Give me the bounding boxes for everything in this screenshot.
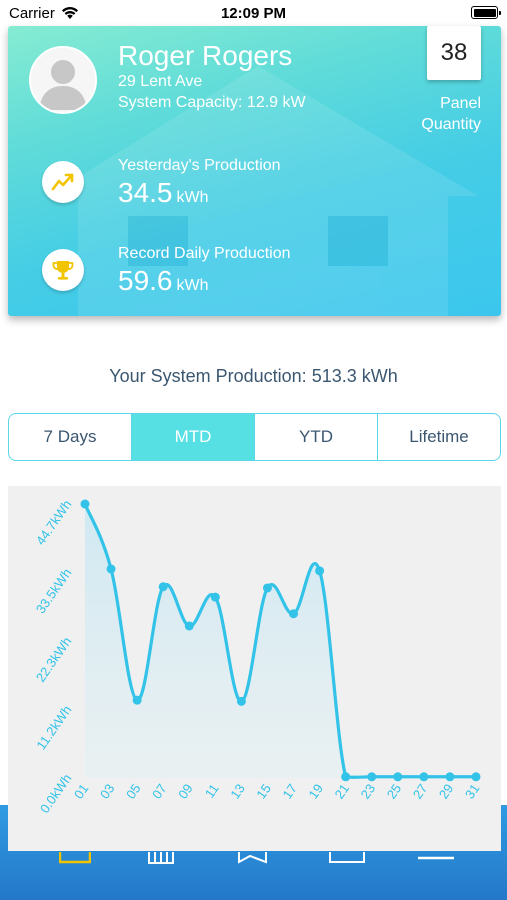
chart-y-tick-label: 44.7kWh [33,497,75,548]
system-production-total: Your System Production: 513.3 kWh [109,366,398,386]
yesterday-production-value: 34.5 kWh [118,177,209,209]
document-tab-icon[interactable] [329,852,365,864]
chart-data-point[interactable] [106,564,116,574]
trophy-icon-badge [42,249,84,291]
panel-label-line2: Quantity [421,116,481,133]
record-production-number: 59.6 [118,265,173,296]
system-summary-card: Roger Rogers 29 Lent Ave System Capacity… [8,26,501,316]
chart-tab-icon[interactable] [148,852,174,864]
chart-x-tick-label: 13 [227,781,248,801]
app-screen: Carrier 12:09 PM Roger Rogers 29 Lent Av… [0,0,507,900]
production-line-chart: 0.0kWh 11.2kWh 22.3kWh 33.5kWh 44.7kWh 01 03 05… [33,497,483,816]
chart-data-point[interactable] [80,499,90,509]
chart-y-tick-label: 22.3kWh [33,634,75,685]
chart-data-point[interactable] [158,582,168,592]
panel-label-line1: Panel [440,95,481,112]
chart-y-tick-label: 0.0kWh [37,771,75,816]
chart-data-point[interactable] [184,621,194,631]
record-production-unit: kWh [176,277,209,294]
user-address: 29 Lent Ave [118,73,203,90]
panel-count-badge: 38 [427,26,481,80]
chart-x-tick-label: 07 [149,781,170,801]
record-production-label: Record Daily Production [118,245,291,262]
chart-x-tick-label: 23 [358,781,379,801]
chart-x-tick-label: 09 [175,781,196,801]
chart-x-tick-label: 25 [384,781,405,801]
period-tabs: 7 Days MTD YTD Lifetime [8,413,501,461]
chart-data-point[interactable] [419,772,429,782]
chart-data-point[interactable] [289,609,299,619]
chart-data-point[interactable] [367,772,377,782]
clock: 12:09 PM [220,5,287,22]
panel-quantity-label: Panel Quantity [403,93,481,135]
chart-x-tick-label: 03 [97,781,118,801]
battery-icon [471,6,501,19]
chart-x-tick-label: 15 [253,781,274,801]
chart-y-tick-label: 33.5kWh [33,566,75,617]
chart-x-tick-label: 29 [436,781,457,801]
tab-mtd[interactable]: MTD [132,414,255,460]
chart-x-tick-label: 31 [462,781,483,801]
record-production-value: 59.6 kWh [118,265,209,297]
tab-ytd[interactable]: YTD [255,414,378,460]
chart-x-tick-label: 17 [279,781,300,801]
user-name: Roger Rogers [118,40,293,71]
chart-x-tick-label: 05 [123,781,144,801]
trend-up-icon [51,173,74,191]
yesterday-production-number: 34.5 [118,177,173,208]
chart-area-fill [85,504,476,778]
trend-icon-badge [42,161,84,203]
chart-data-point[interactable] [315,566,325,576]
status-bar: Carrier 12:09 PM [0,0,507,28]
trophy-icon [52,261,74,280]
chart-data-point[interactable] [132,695,142,705]
tab-lifetime[interactable]: Lifetime [378,414,500,460]
yesterday-production-label: Yesterday's Production [118,157,281,174]
chart-data-point[interactable] [262,583,272,593]
chart-data-point[interactable] [341,772,351,782]
avatar[interactable] [29,46,97,114]
home-tab-icon[interactable] [59,852,91,864]
system-capacity: System Capacity: 12.9 kW [118,94,306,111]
chart-x-tick-label: 11 [202,781,222,801]
chart-x-tick-label: 01 [71,781,92,801]
production-chart: 0.0kWh 11.2kWh 22.3kWh 33.5kWh 44.7kWh 01 03 05… [8,486,501,851]
chart-x-tick-label: 19 [305,781,326,801]
chart-data-point[interactable] [471,772,481,782]
chart-data-point[interactable] [445,772,455,782]
chart-data-point[interactable] [210,592,220,602]
chart-data-point[interactable] [236,696,246,706]
yesterday-production-unit: kWh [176,189,209,206]
menu-tab-icon[interactable] [418,852,454,864]
megaphone-tab-icon[interactable] [238,852,268,864]
tab-7-days[interactable]: 7 Days [9,414,132,460]
person-icon [31,48,95,112]
chart-x-tick-label: 21 [332,781,353,801]
chart-data-point[interactable] [393,772,403,782]
chart-x-tick-label: 27 [410,781,431,801]
chart-y-tick-label: 11.2kWh [33,703,74,753]
